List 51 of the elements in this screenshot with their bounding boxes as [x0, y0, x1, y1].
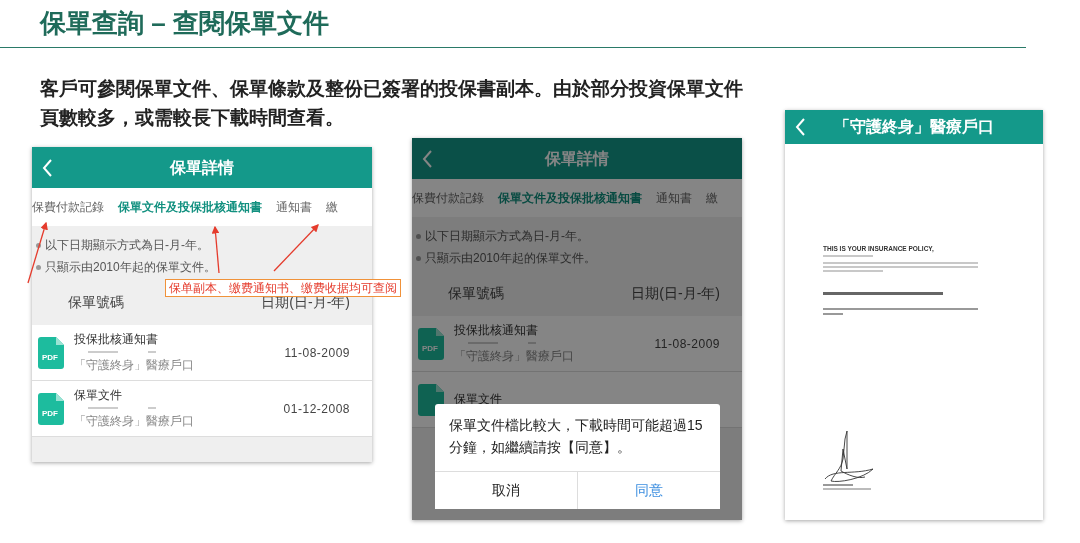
- note-text: 只顯示由2010年起的保單文件。: [425, 251, 596, 265]
- document-title: 投保批核通知書: [454, 322, 539, 338]
- back-icon[interactable]: [42, 158, 53, 177]
- policy-name: 「守護終身」醫療戶口: [454, 348, 574, 366]
- cancel-button[interactable]: 取消: [435, 470, 577, 509]
- column-header: 保單號碼: [448, 284, 504, 303]
- policy-name: 「守護終身」醫療戶口: [74, 357, 194, 375]
- bullet-icon: [416, 256, 421, 262]
- policy-name: 「守護終身」醫療戶口: [74, 413, 194, 431]
- column-header: 保單號碼: [68, 293, 124, 312]
- annotation-arrow: [273, 224, 319, 272]
- annotation-arrow: [211, 225, 220, 274]
- slide-title: 保單查詢 – 查閱保單文件: [40, 8, 330, 40]
- document-date: 11-08-2009: [284, 344, 350, 362]
- redacted-mark: [148, 351, 156, 354]
- document-title: 保單文件: [454, 391, 502, 407]
- annotation-callout: 保单副本、缴费通知书、缴费收据均可查阅: [165, 279, 401, 297]
- redacted-mark: [88, 351, 118, 354]
- document-date: 01-12-2008: [283, 400, 350, 418]
- note-text: 以下日期顯示方式為日-月-年。: [45, 238, 209, 252]
- document-title: 保單文件: [74, 387, 123, 403]
- confirm-button[interactable]: 同意: [577, 470, 720, 509]
- document-row[interactable]: PDF 保單文件 「守護終身」醫療戶口 01-12-2008: [32, 381, 372, 437]
- tab[interactable]: 保費付款記錄: [412, 183, 484, 213]
- document-date: 11-08-2009: [654, 335, 720, 353]
- pdf-file-icon: PDF: [418, 327, 446, 360]
- column-header: 日期(日-月-年): [631, 284, 720, 303]
- tab[interactable]: 通知書: [656, 183, 692, 213]
- screen-title: 保單詳情: [170, 157, 234, 178]
- bullet-icon: [36, 243, 41, 249]
- bullet-icon: [416, 234, 421, 240]
- redacted-mark: [88, 407, 118, 410]
- document-row[interactable]: PDF 投保批核通知書 「守護終身」醫療戶口 11-08-2009: [412, 316, 742, 372]
- pdf-file-icon: [418, 383, 446, 416]
- back-icon[interactable]: [422, 149, 433, 168]
- tab[interactable]: 通知書: [276, 192, 312, 222]
- document-row[interactable]: PDF 投保批核通知書 「守護終身」醫療戶口 11-08-2009: [32, 325, 372, 381]
- pdf-file-icon: PDF: [38, 336, 66, 369]
- tab[interactable]: 繳: [706, 183, 718, 213]
- tab[interactable]: 繳: [326, 192, 338, 222]
- pdf-file-icon: PDF: [38, 392, 66, 425]
- redacted-mark: [148, 407, 156, 410]
- back-icon[interactable]: [795, 118, 806, 136]
- tab[interactable]: 保費付款記錄: [32, 192, 104, 222]
- bullet-icon: [36, 265, 41, 271]
- screen-title: 保單詳情: [545, 148, 609, 169]
- description-paragraph: 客戶可參閱保單文件、保單條款及整份已簽署的投保書副本。由於部分投資保單文件頁數較多，或需較長下載時間查看。: [40, 77, 744, 130]
- note-text: 只顯示由2010年起的保單文件。: [45, 260, 216, 274]
- document-title: 投保批核通知書: [74, 331, 159, 347]
- note-text: 以下日期顯示方式為日-月-年。: [425, 229, 589, 243]
- screen-title: 「守護終身」醫療戶口: [834, 117, 994, 137]
